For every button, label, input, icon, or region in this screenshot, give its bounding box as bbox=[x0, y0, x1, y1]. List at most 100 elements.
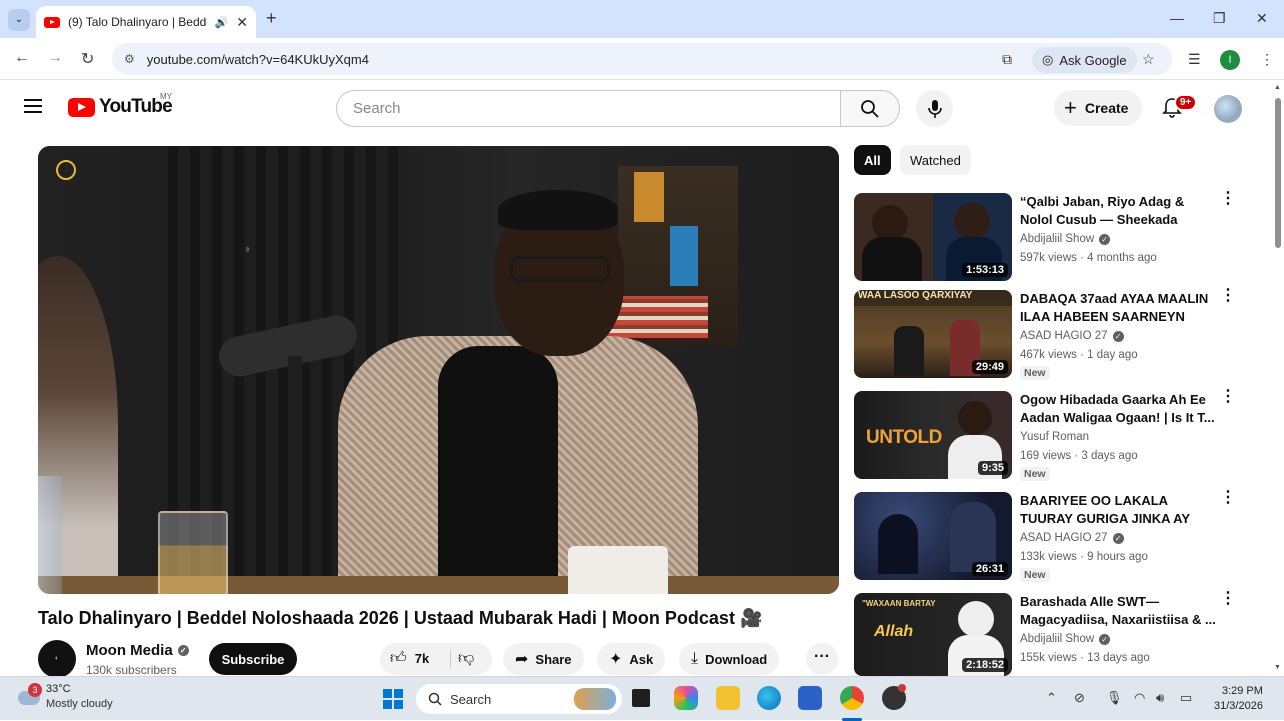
share-button[interactable]: ➦ Share bbox=[503, 643, 584, 675]
new-badge: New bbox=[1020, 366, 1050, 380]
scroll-up-icon[interactable]: ▲ bbox=[1274, 84, 1281, 91]
copilot-icon[interactable] bbox=[674, 686, 698, 710]
sparkle-icon: ✦ bbox=[609, 651, 623, 668]
new-tab-icon[interactable]: + bbox=[266, 8, 277, 29]
youtube-logo[interactable]: YouTube MY bbox=[68, 92, 173, 118]
file-explorer-icon[interactable] bbox=[716, 686, 740, 710]
reading-list-icon[interactable]: ☰ bbox=[1188, 51, 1201, 68]
youtube-header: YouTube MY Search + Create 9+ bbox=[0, 80, 1270, 136]
search-button[interactable] bbox=[840, 90, 900, 127]
show-hidden-icons-icon[interactable]: ⌃ bbox=[1046, 690, 1057, 706]
recommendation-title[interactable]: BAARIYEE OO LAKALA TUURAY GURIGA JINKA A… bbox=[1020, 492, 1216, 528]
site-info-icon[interactable]: ⚙ bbox=[124, 52, 135, 66]
channel-name-link[interactable]: Moon Media ✓ bbox=[86, 642, 189, 659]
battery-icon[interactable]: ▭ bbox=[1180, 690, 1192, 706]
recommendation-item[interactable]: "WAXAAN BARTAY Allah 2:18:52 Barashada A… bbox=[854, 591, 1236, 683]
chip-watched[interactable]: Watched bbox=[900, 145, 971, 175]
taskbar-search-box[interactable]: Search bbox=[416, 684, 622, 714]
install-app-icon[interactable]: ⧉ bbox=[1002, 51, 1012, 68]
recommendation-channel-name: Abdijaliil Show bbox=[1020, 633, 1095, 645]
recommendation-menu-icon[interactable]: ⋮ bbox=[1220, 288, 1236, 304]
more-actions-button[interactable]: ··· bbox=[806, 643, 838, 675]
recommendation-channel[interactable]: Abdijaliil Show ✓ bbox=[1020, 633, 1111, 645]
recommendation-channel[interactable]: ASAD HAGIO 27 ✓ bbox=[1020, 532, 1124, 544]
recommendation-thumbnail[interactable]: 1:53:13 bbox=[854, 193, 1012, 281]
channel-watermark-logo bbox=[56, 160, 76, 180]
restore-icon[interactable]: ❐ bbox=[1213, 10, 1226, 27]
page-scrollbar[interactable]: ▲ ▼ bbox=[1272, 84, 1284, 676]
verified-icon: ✓ bbox=[177, 645, 189, 656]
recommendation-item[interactable]: 26:31 BAARIYEE OO LAKALA TUURAY GURIGA J… bbox=[854, 490, 1236, 582]
video-duration: 29:49 bbox=[971, 360, 1008, 374]
forward-icon[interactable]: → bbox=[47, 49, 63, 67]
thumbnail-caption: UNTOLD bbox=[866, 427, 942, 448]
recommendation-meta: 467k views · 1 day ago bbox=[1020, 349, 1138, 361]
network-off-icon[interactable]: ⊘ bbox=[1074, 690, 1085, 706]
scroll-down-icon[interactable]: ▼ bbox=[1274, 664, 1281, 671]
hamburger-menu-icon[interactable] bbox=[24, 99, 42, 113]
recommendation-channel[interactable]: Yusuf Roman bbox=[1020, 431, 1089, 443]
ask-button[interactable]: ✦ Ask bbox=[597, 643, 666, 675]
recommendation-title[interactable]: Ogow Hibadada Gaarka Ah Ee Aadan Waligaa… bbox=[1020, 391, 1216, 427]
volume-icon[interactable]: 🔊︎ bbox=[1156, 690, 1164, 706]
recommendation-menu-icon[interactable]: ⋮ bbox=[1220, 490, 1236, 506]
recommendation-item[interactable]: 1:53:13 “Qalbi Jaban, Riyo Adag & Nolol … bbox=[854, 191, 1236, 283]
reload-icon[interactable]: ↻ bbox=[81, 49, 94, 69]
share-icon: ➦ bbox=[515, 651, 529, 668]
browser-tab-active[interactable]: (9) Talo Dhalinyaro | Beddel 🔊 ✕ bbox=[36, 6, 256, 38]
country-code: MY bbox=[160, 92, 172, 101]
task-view-icon[interactable] bbox=[632, 689, 650, 707]
voice-search-button[interactable] bbox=[916, 90, 953, 127]
minimize-icon[interactable]: — bbox=[1170, 10, 1184, 26]
share-label: Share bbox=[535, 651, 572, 667]
recommendation-menu-icon[interactable]: ⋮ bbox=[1220, 389, 1236, 405]
create-button[interactable]: + Create bbox=[1054, 90, 1143, 126]
download-button[interactable]: ⤓ Download bbox=[679, 643, 780, 675]
app-notification-dot bbox=[898, 684, 906, 692]
system-clock[interactable]: 3:29 PM 31/3/2026 bbox=[1214, 684, 1263, 714]
close-window-icon[interactable]: ✕ bbox=[1256, 10, 1268, 27]
search-input[interactable]: Search bbox=[336, 90, 840, 127]
recommendation-channel[interactable]: Abdijaliil Show ✓ bbox=[1020, 233, 1111, 245]
wifi-icon[interactable]: ◠ bbox=[1134, 690, 1145, 706]
address-bar[interactable]: ⚙ youtube.com/watch?v=64KUkUyXqm4 bbox=[112, 43, 1172, 75]
account-avatar[interactable] bbox=[1214, 95, 1242, 123]
weather-condition: Mostly cloudy bbox=[46, 698, 113, 710]
back-icon[interactable]: ← bbox=[14, 49, 30, 67]
video-player[interactable]: ◗ bbox=[38, 146, 839, 594]
audio-playing-icon[interactable]: 🔊 bbox=[215, 16, 229, 29]
video-book bbox=[670, 226, 698, 286]
ask-google-button[interactable]: ◎ Ask Google bbox=[1032, 47, 1137, 73]
dislike-button[interactable]: 👎︎ bbox=[458, 649, 474, 668]
search-highlight-icon bbox=[574, 688, 616, 710]
edge-browser-icon[interactable] bbox=[757, 686, 781, 710]
microsoft-store-icon[interactable] bbox=[798, 686, 822, 710]
recommendation-menu-icon[interactable]: ⋮ bbox=[1220, 591, 1236, 607]
recommendation-item[interactable]: WAA LASOO QARXIYAY 29:49 DABAQA 37aad AY… bbox=[854, 288, 1236, 380]
bookmark-star-icon[interactable]: ☆ bbox=[1142, 51, 1155, 68]
recommendation-item[interactable]: UNTOLD 9:35 Ogow Hibadada Gaarka Ah Ee A… bbox=[854, 389, 1236, 481]
recommendation-menu-icon[interactable]: ⋮ bbox=[1220, 191, 1236, 207]
video-speaker-hair bbox=[498, 190, 618, 230]
chrome-icon[interactable] bbox=[840, 686, 864, 710]
tab-title: (9) Talo Dhalinyaro | Beddel bbox=[68, 15, 207, 29]
close-tab-icon[interactable]: ✕ bbox=[236, 14, 248, 31]
recommendation-thumbnail[interactable]: WAA LASOO QARXIYAY 29:49 bbox=[854, 290, 1012, 378]
recommendation-thumbnail[interactable]: UNTOLD 9:35 bbox=[854, 391, 1012, 479]
windows-start-icon[interactable] bbox=[382, 688, 404, 710]
chip-all[interactable]: All bbox=[854, 145, 891, 175]
microphone-tray-icon[interactable]: 🎙︎ bbox=[1106, 690, 1123, 706]
like-button[interactable]: 👍︎ 7k bbox=[390, 649, 429, 668]
recommendation-thumbnail[interactable]: 26:31 bbox=[854, 492, 1012, 580]
recommendation-thumbnail[interactable]: "WAXAAN BARTAY Allah 2:18:52 bbox=[854, 593, 1012, 676]
channel-avatar[interactable]: ◐ bbox=[38, 640, 76, 678]
browser-menu-icon[interactable]: ⋮ bbox=[1260, 51, 1274, 68]
recommendation-title[interactable]: DABAQA 37aad AYAA MAALIN ILAA HABEEN SAA… bbox=[1020, 290, 1216, 326]
scrollbar-thumb[interactable] bbox=[1275, 98, 1281, 248]
browser-profile-avatar[interactable]: I bbox=[1220, 50, 1240, 70]
recommendation-title[interactable]: “Qalbi Jaban, Riyo Adag & Nolol Cusub — … bbox=[1020, 193, 1216, 229]
recommendation-channel[interactable]: ASAD HAGIO 27 ✓ bbox=[1020, 330, 1124, 342]
tab-search-button[interactable]: ⌄ bbox=[8, 9, 30, 31]
subscribe-button[interactable]: Subscribe bbox=[209, 643, 297, 675]
recommendation-title[interactable]: Barashada Alle SWT— Magacyadiisa, Naxari… bbox=[1020, 593, 1216, 629]
